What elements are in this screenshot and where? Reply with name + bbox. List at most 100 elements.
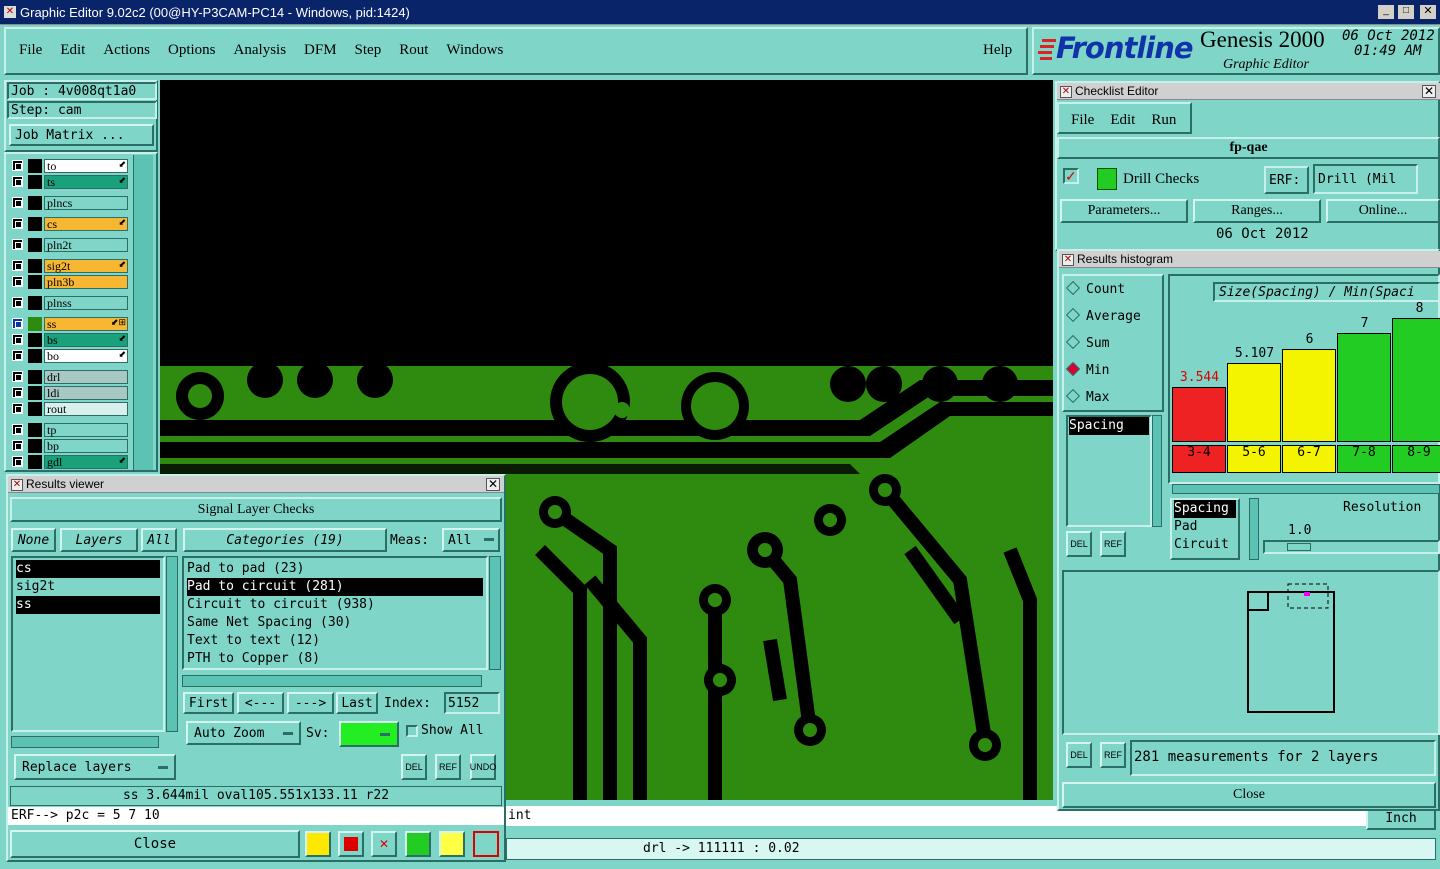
layers-button[interactable]: Layers: [60, 528, 138, 552]
mode-count[interactable]: Count: [1065, 280, 1125, 297]
check-enabled-checkbox[interactable]: ✓: [1063, 168, 1079, 184]
parameters-button[interactable]: Parameters...: [1060, 199, 1188, 223]
histogram-ref-button[interactable]: REF: [1100, 531, 1126, 557]
layer-row-plncs[interactable]: plncs: [10, 196, 128, 210]
meas-type-item[interactable]: Spacing: [1069, 417, 1149, 435]
layer-swatch[interactable]: [28, 349, 42, 363]
tool-icon-4[interactable]: [405, 831, 431, 857]
layer-swatch[interactable]: [28, 238, 42, 252]
layer-row-bo[interactable]: bo ⬋: [10, 349, 128, 363]
checklist-menu-edit[interactable]: Edit: [1110, 112, 1135, 128]
layer-checkbox[interactable]: [12, 276, 23, 287]
layer-name[interactable]: ts: [44, 175, 128, 189]
menu-actions[interactable]: Actions: [103, 42, 150, 58]
index-input[interactable]: [444, 692, 500, 714]
layer-row-ss[interactable]: ss ⬋⊞: [10, 317, 128, 331]
layer-swatch[interactable]: [28, 296, 42, 310]
results-viewer-close-icon[interactable]: ✕: [486, 478, 500, 491]
layer-checkbox[interactable]: [12, 239, 23, 250]
all-layers-button[interactable]: All: [141, 528, 177, 552]
mode-max[interactable]: Max: [1065, 388, 1109, 405]
histogram-bar[interactable]: [1337, 333, 1391, 442]
erf-value[interactable]: [1313, 164, 1418, 194]
layer-name[interactable]: drl: [44, 370, 128, 384]
layer-swatch[interactable]: [28, 439, 42, 453]
minimize-button[interactable]: _: [1378, 5, 1394, 19]
results-close-button[interactable]: Close: [10, 830, 300, 858]
tool-icon-2[interactable]: [338, 831, 364, 857]
chart-hscroll[interactable]: [1172, 484, 1440, 494]
mode-average[interactable]: Average: [1065, 307, 1141, 324]
histogram-bar[interactable]: [1172, 387, 1226, 442]
meas-list-vscroll[interactable]: [1152, 415, 1162, 527]
categories-hscroll[interactable]: [182, 675, 482, 687]
checklist-close-icon[interactable]: ✕: [1422, 85, 1436, 98]
layer-name[interactable]: to: [44, 159, 128, 173]
window-menu-icon[interactable]: ✕: [11, 479, 23, 491]
last-button[interactable]: Last: [336, 692, 378, 714]
layer-checkbox[interactable]: [12, 334, 23, 345]
layer-checkbox[interactable]: [12, 440, 23, 451]
layer-name[interactable]: cs: [44, 217, 128, 231]
menu-edit[interactable]: Edit: [60, 42, 85, 58]
auto-zoom-select[interactable]: Auto Zoom: [186, 721, 301, 745]
none-layers-button[interactable]: None: [11, 528, 56, 552]
category-item[interactable]: Circuit to circuit (938): [187, 596, 483, 614]
first-button[interactable]: First: [183, 692, 234, 714]
size-list-vscroll[interactable]: [1249, 498, 1259, 560]
layer-swatch[interactable]: [28, 217, 42, 231]
layer-swatch[interactable]: [28, 196, 42, 210]
online-button[interactable]: Online...: [1326, 199, 1440, 223]
checklist-menu-run[interactable]: Run: [1151, 112, 1176, 128]
layer-name[interactable]: rout: [44, 402, 128, 416]
tool-icon-3[interactable]: ✕: [371, 831, 397, 857]
category-item[interactable]: Text to text (12): [187, 632, 483, 650]
layer-name[interactable]: pln2t: [44, 238, 128, 252]
size-type-list[interactable]: Spacing Pad Circuit: [1170, 498, 1240, 560]
categories-button[interactable]: Categories (19): [183, 528, 387, 552]
layer-row-cs[interactable]: cs ⬋: [10, 217, 128, 231]
preview-ref-button[interactable]: REF: [1100, 742, 1126, 768]
ref-button[interactable]: REF: [435, 754, 461, 780]
layer-checkbox[interactable]: [12, 297, 23, 308]
layer-name[interactable]: sig2t: [44, 259, 128, 273]
layer-name[interactable]: ldi: [44, 386, 128, 400]
layer-checkbox[interactable]: [12, 176, 23, 187]
layer-row-plnss[interactable]: plnss: [10, 296, 128, 310]
results-layer-item[interactable]: sig2t: [16, 578, 160, 596]
categories-vscroll[interactable]: [489, 556, 501, 670]
menu-step[interactable]: Step: [355, 42, 382, 58]
layer-swatch[interactable]: [28, 402, 42, 416]
del-button[interactable]: DEL: [401, 754, 427, 780]
layer-name[interactable]: tp: [44, 423, 128, 437]
layer-checkbox[interactable]: [12, 371, 23, 382]
layer-name[interactable]: plnss: [44, 296, 128, 310]
size-type-item[interactable]: Pad: [1174, 518, 1236, 536]
layer-row-ldi[interactable]: ldi: [10, 386, 128, 400]
layer-swatch[interactable]: [28, 423, 42, 437]
category-item[interactable]: PTH to Copper (8): [187, 650, 483, 668]
meas-type-list[interactable]: Spacing: [1066, 415, 1152, 527]
layer-scrollbar[interactable]: [133, 155, 153, 470]
mode-min[interactable]: Min: [1065, 361, 1109, 378]
replace-layers-select[interactable]: Replace layers: [14, 754, 176, 780]
layer-checkbox[interactable]: [12, 318, 23, 329]
layer-row-tp[interactable]: tp: [10, 423, 128, 437]
menu-options[interactable]: Options: [168, 42, 216, 58]
category-item[interactable]: Pad to circuit (281): [187, 578, 483, 596]
maximize-button[interactable]: □: [1398, 5, 1414, 19]
layer-name[interactable]: pln3b: [44, 275, 128, 289]
resolution-slider[interactable]: [1263, 540, 1440, 554]
help-menu[interactable]: Help: [983, 42, 1012, 59]
layer-row-pln2t[interactable]: pln2t: [10, 238, 128, 252]
menu-dfm[interactable]: DFM: [304, 42, 337, 58]
ranges-button[interactable]: Ranges...: [1193, 199, 1321, 223]
histogram-bar[interactable]: [1227, 363, 1281, 442]
layer-row-sig2t[interactable]: sig2t ⬋: [10, 259, 128, 273]
menu-file[interactable]: File: [19, 42, 42, 58]
layer-name[interactable]: bp: [44, 439, 128, 453]
checklist-menu-file[interactable]: File: [1071, 112, 1094, 128]
layer-swatch[interactable]: [28, 317, 42, 331]
layer-row-bp[interactable]: bp: [10, 439, 128, 453]
layer-checkbox[interactable]: [12, 218, 23, 229]
